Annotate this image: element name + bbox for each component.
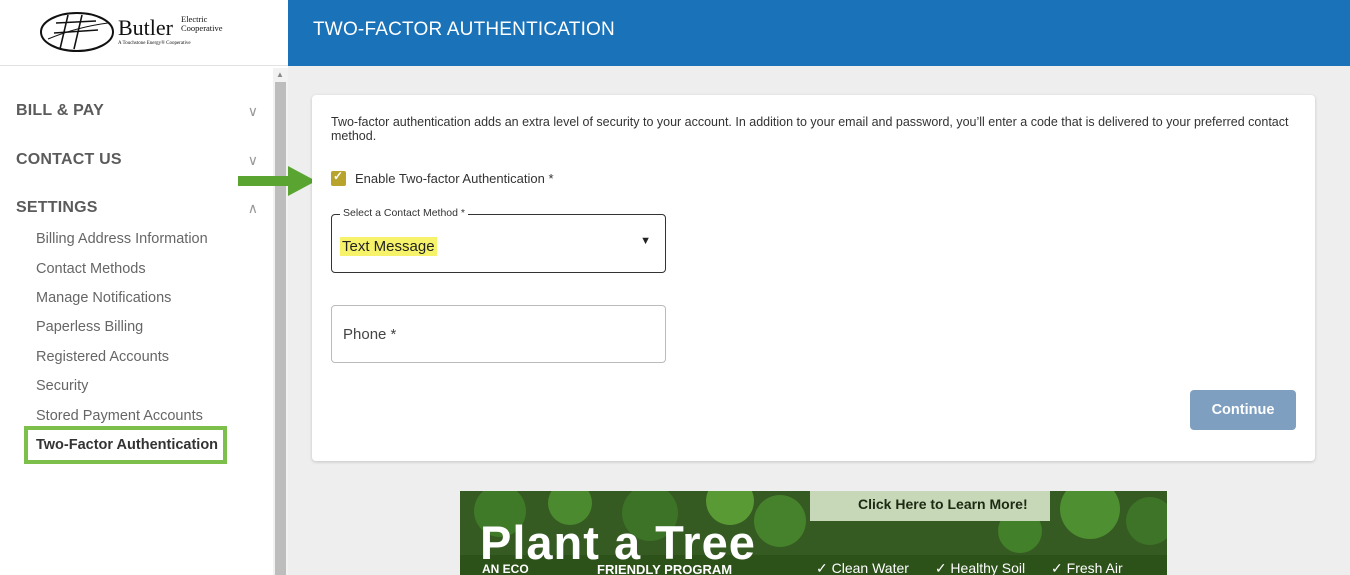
sidebar-nav: BILL & PAY ∨ CONTACT US ∨ SETTINGS ∧ Bil… bbox=[0, 68, 273, 575]
benefit-clean-water: ✓ Clean Water bbox=[816, 560, 909, 575]
enable-two-factor-label[interactable]: Enable Two-factor Authentication * bbox=[355, 171, 554, 186]
banner-benefits: ✓ Clean Water ✓ Healthy Soil ✓ Fresh Air bbox=[816, 560, 1145, 575]
sidebar-item-paperless-billing[interactable]: Paperless Billing bbox=[36, 319, 143, 335]
benefit-healthy-soil: ✓ Healthy Soil bbox=[934, 560, 1026, 575]
two-factor-card: Two-factor authentication adds an extra … bbox=[312, 95, 1315, 461]
nav-section-label: CONTACT US bbox=[16, 151, 122, 168]
green-arrow-icon bbox=[238, 166, 316, 196]
phone-field[interactable]: Phone * bbox=[331, 305, 666, 363]
banner-sub-left: AN ECO bbox=[482, 562, 529, 575]
contact-method-select[interactable]: Select a Contact Method * Text Message ▼ bbox=[331, 207, 666, 273]
page-header: TWO-FACTOR AUTHENTICATION bbox=[288, 0, 1350, 66]
dropdown-caret-icon: ▼ bbox=[640, 235, 651, 247]
chevron-up-icon: ∧ bbox=[247, 200, 258, 216]
nav-section-label: BILL & PAY bbox=[16, 102, 104, 119]
sidebar-item-stored-payment-accounts[interactable]: Stored Payment Accounts bbox=[36, 408, 203, 424]
enable-two-factor-checkbox[interactable]: ✓ bbox=[331, 169, 346, 186]
banner-cta[interactable]: Click Here to Learn More! bbox=[858, 496, 1028, 512]
sidebar-item-manage-notifications[interactable]: Manage Notifications bbox=[36, 290, 171, 306]
nav-section-contact-us[interactable]: CONTACT US ∨ bbox=[16, 147, 258, 173]
scroll-up-arrow-icon[interactable]: ▲ bbox=[276, 70, 284, 79]
contact-method-legend: Select a Contact Method * bbox=[340, 207, 468, 219]
butler-logo[interactable]: Butler Electric Cooperative A Touchstone … bbox=[38, 9, 226, 57]
sidebar-item-registered-accounts[interactable]: Registered Accounts bbox=[36, 349, 169, 365]
sidebar-item-contact-methods[interactable]: Contact Methods bbox=[36, 261, 146, 277]
sidebar-item-security[interactable]: Security bbox=[36, 378, 88, 394]
contact-method-value: Text Message bbox=[340, 237, 437, 256]
sidebar-scrollbar[interactable]: ▲ bbox=[273, 68, 288, 575]
page-title: TWO-FACTOR AUTHENTICATION bbox=[313, 19, 615, 40]
sidebar-item-billing-address[interactable]: Billing Address Information bbox=[36, 231, 208, 247]
sidebar-item-two-factor-authentication[interactable]: Two-Factor Authentication bbox=[36, 437, 218, 453]
phone-field-label: Phone * bbox=[343, 326, 397, 343]
plant-a-tree-banner[interactable]: Click Here to Learn More! Plant a Tree A… bbox=[460, 491, 1167, 575]
benefit-fresh-air: ✓ Fresh Air bbox=[1051, 560, 1123, 575]
chevron-down-icon: ∨ bbox=[247, 103, 258, 119]
nav-section-label: SETTINGS bbox=[16, 199, 98, 216]
nav-section-settings[interactable]: SETTINGS ∧ bbox=[16, 195, 258, 221]
sidebar: Butler Electric Cooperative A Touchstone … bbox=[0, 0, 288, 575]
banner-sub-right: FRIENDLY PROGRAM bbox=[597, 562, 733, 575]
nav-section-bill-pay[interactable]: BILL & PAY ∨ bbox=[16, 98, 258, 124]
scrollbar-thumb[interactable] bbox=[275, 82, 286, 575]
power-line-globe-icon bbox=[40, 12, 114, 52]
check-icon: ✓ bbox=[333, 169, 344, 183]
two-factor-description: Two-factor authentication adds an extra … bbox=[331, 115, 1289, 143]
continue-button[interactable]: Continue bbox=[1190, 390, 1296, 430]
logo-wordmark: Butler bbox=[118, 15, 173, 40]
logo-area: Butler Electric Cooperative A Touchstone … bbox=[0, 0, 288, 66]
logo-tagline: A Touchstone Energy® Cooperative bbox=[118, 41, 191, 46]
logo-suffix: Electric Cooperative bbox=[181, 14, 223, 33]
